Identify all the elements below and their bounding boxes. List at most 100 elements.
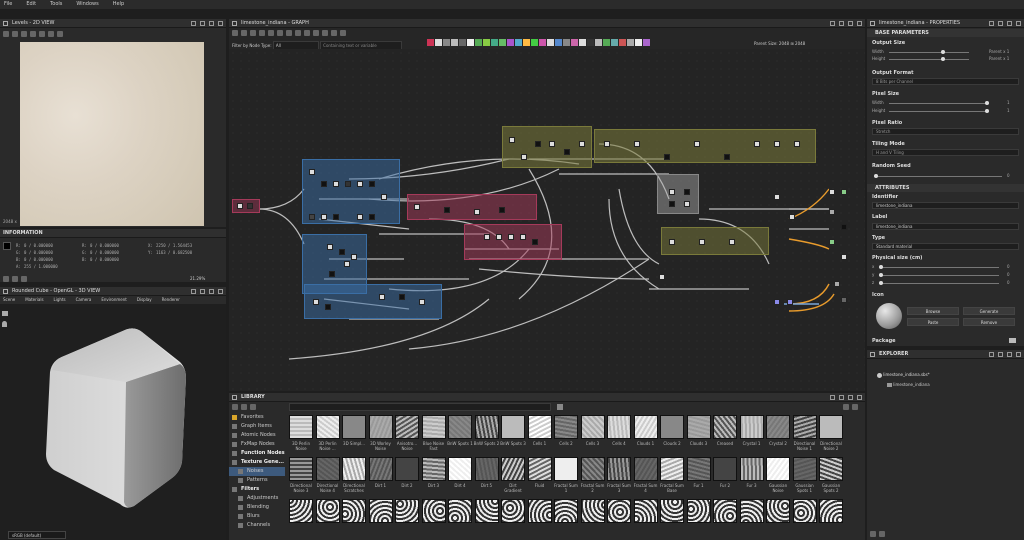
float-icon[interactable] xyxy=(200,289,205,294)
link-icon[interactable] xyxy=(322,30,328,36)
graph-node[interactable] xyxy=(357,214,363,220)
library-node-thumbnail[interactable] xyxy=(289,457,313,481)
tree-item-channels[interactable]: Channels xyxy=(229,521,285,530)
library-node-thumbnail[interactable] xyxy=(421,415,446,439)
graph-node[interactable] xyxy=(774,141,780,147)
graph-node[interactable] xyxy=(669,201,675,207)
graph-node[interactable] xyxy=(444,207,450,213)
tree-item-blurs[interactable]: Blurs xyxy=(229,512,285,521)
library-node-thumbnail[interactable] xyxy=(819,457,843,481)
tile-icon[interactable] xyxy=(3,276,9,282)
graph-node[interactable] xyxy=(841,189,847,195)
pin-icon[interactable] xyxy=(191,21,196,26)
graph-node[interactable] xyxy=(789,214,795,220)
snap-icon[interactable] xyxy=(286,30,292,36)
type-select[interactable]: Standard material xyxy=(872,243,1019,250)
library-node-thumbnail[interactable] xyxy=(766,499,790,523)
output-format-select[interactable]: 8 Bits per Channel xyxy=(872,78,1019,85)
library-node-thumbnail[interactable] xyxy=(686,457,711,481)
library-node-thumbnail[interactable] xyxy=(501,457,525,481)
library-node-thumbnail[interactable] xyxy=(527,415,552,439)
distribute-icon[interactable] xyxy=(313,30,319,36)
expand-icon[interactable] xyxy=(232,451,237,456)
library-node-thumbnail[interactable] xyxy=(342,457,366,481)
histogram-icon[interactable] xyxy=(12,276,18,282)
graph-node[interactable] xyxy=(829,209,835,215)
library-node-thumbnail[interactable] xyxy=(633,415,658,439)
graph-node[interactable] xyxy=(794,141,800,147)
tree-item-adjustments[interactable]: Adjustments xyxy=(229,494,285,503)
palette-node-icon[interactable] xyxy=(491,39,498,46)
expand-icon[interactable] xyxy=(232,460,237,465)
filter-icon[interactable] xyxy=(557,404,563,410)
grid-view-icon[interactable] xyxy=(852,404,858,410)
colorspace-select[interactable]: sRGB (default) xyxy=(8,531,66,539)
graph-node[interactable] xyxy=(496,234,502,240)
graph-node[interactable] xyxy=(520,234,526,240)
library-node-thumbnail[interactable] xyxy=(342,415,366,439)
graph-node[interactable] xyxy=(333,214,339,220)
pan-icon[interactable] xyxy=(241,30,247,36)
graph-node[interactable] xyxy=(787,299,793,305)
library-node-thumbnail[interactable] xyxy=(660,415,684,439)
library-node-thumbnail[interactable] xyxy=(607,415,631,439)
new-package-icon[interactable] xyxy=(870,531,876,537)
library-node-thumbnail[interactable] xyxy=(554,499,578,523)
explorer-graph-item[interactable]: limestone_indiana xyxy=(887,382,930,387)
close-icon[interactable] xyxy=(218,21,223,26)
pixel-ratio-select[interactable]: Stretch xyxy=(872,128,1019,135)
pin-icon[interactable] xyxy=(989,352,994,357)
height-slider[interactable] xyxy=(889,57,969,61)
texture-preview[interactable] xyxy=(20,42,204,226)
close-icon[interactable] xyxy=(1016,21,1021,26)
graph-node[interactable] xyxy=(325,304,331,310)
pixel-width-slider[interactable] xyxy=(889,101,989,105)
graph-frame[interactable] xyxy=(661,227,769,255)
attributes-header[interactable]: ATTRIBUTES xyxy=(867,184,1024,192)
graph-node[interactable] xyxy=(474,209,480,215)
palette-node-icon[interactable] xyxy=(451,39,458,46)
library-node-thumbnail[interactable] xyxy=(289,415,313,439)
palette-node-icon[interactable] xyxy=(587,39,594,46)
label-field[interactable]: limestone_indiana xyxy=(872,223,1019,230)
graph-node[interactable] xyxy=(754,141,760,147)
palette-node-icon[interactable] xyxy=(459,39,466,46)
library-node-thumbnail[interactable] xyxy=(474,499,499,523)
pixel-height-slider[interactable] xyxy=(889,109,989,113)
random-seed-slider[interactable] xyxy=(874,174,1002,178)
publish-icon[interactable] xyxy=(331,30,337,36)
library-node-thumbnail[interactable] xyxy=(554,457,578,481)
graph-node[interactable] xyxy=(499,207,505,213)
library-node-thumbnail[interactable] xyxy=(527,457,552,481)
library-node-thumbnail[interactable] xyxy=(289,499,313,523)
library-node-thumbnail[interactable] xyxy=(315,457,340,481)
graph-node[interactable] xyxy=(313,299,319,305)
palette-node-icon[interactable] xyxy=(579,39,586,46)
menu-windows[interactable]: Windows xyxy=(76,0,98,9)
palette-node-icon[interactable] xyxy=(523,39,530,46)
graph-node[interactable] xyxy=(834,281,840,287)
palette-node-icon[interactable] xyxy=(643,39,650,46)
maximize-icon[interactable] xyxy=(848,21,853,26)
channels-icon[interactable] xyxy=(21,31,27,37)
library-node-thumbnail[interactable] xyxy=(739,415,764,439)
library-node-thumbnail[interactable] xyxy=(607,499,631,523)
graph-node[interactable] xyxy=(309,169,315,175)
library-node-thumbnail[interactable] xyxy=(792,457,817,481)
library-node-thumbnail[interactable] xyxy=(739,499,764,523)
library-node-thumbnail[interactable] xyxy=(633,499,658,523)
pin-node-icon[interactable] xyxy=(277,30,283,36)
library-node-thumbnail[interactable] xyxy=(580,457,605,481)
grid-icon[interactable] xyxy=(30,31,36,37)
library-node-thumbnail[interactable] xyxy=(713,499,737,523)
graph-node[interactable] xyxy=(369,214,375,220)
library-node-thumbnail[interactable] xyxy=(368,457,393,481)
close-icon[interactable] xyxy=(857,21,862,26)
graph-node[interactable] xyxy=(339,249,345,255)
identifier-field[interactable]: limestone_indiana xyxy=(872,202,1019,209)
library-node-thumbnail[interactable] xyxy=(342,499,366,523)
graph-node[interactable] xyxy=(549,141,555,147)
float-icon[interactable] xyxy=(998,352,1003,357)
palette-node-icon[interactable] xyxy=(547,39,554,46)
graph-node[interactable] xyxy=(414,204,420,210)
